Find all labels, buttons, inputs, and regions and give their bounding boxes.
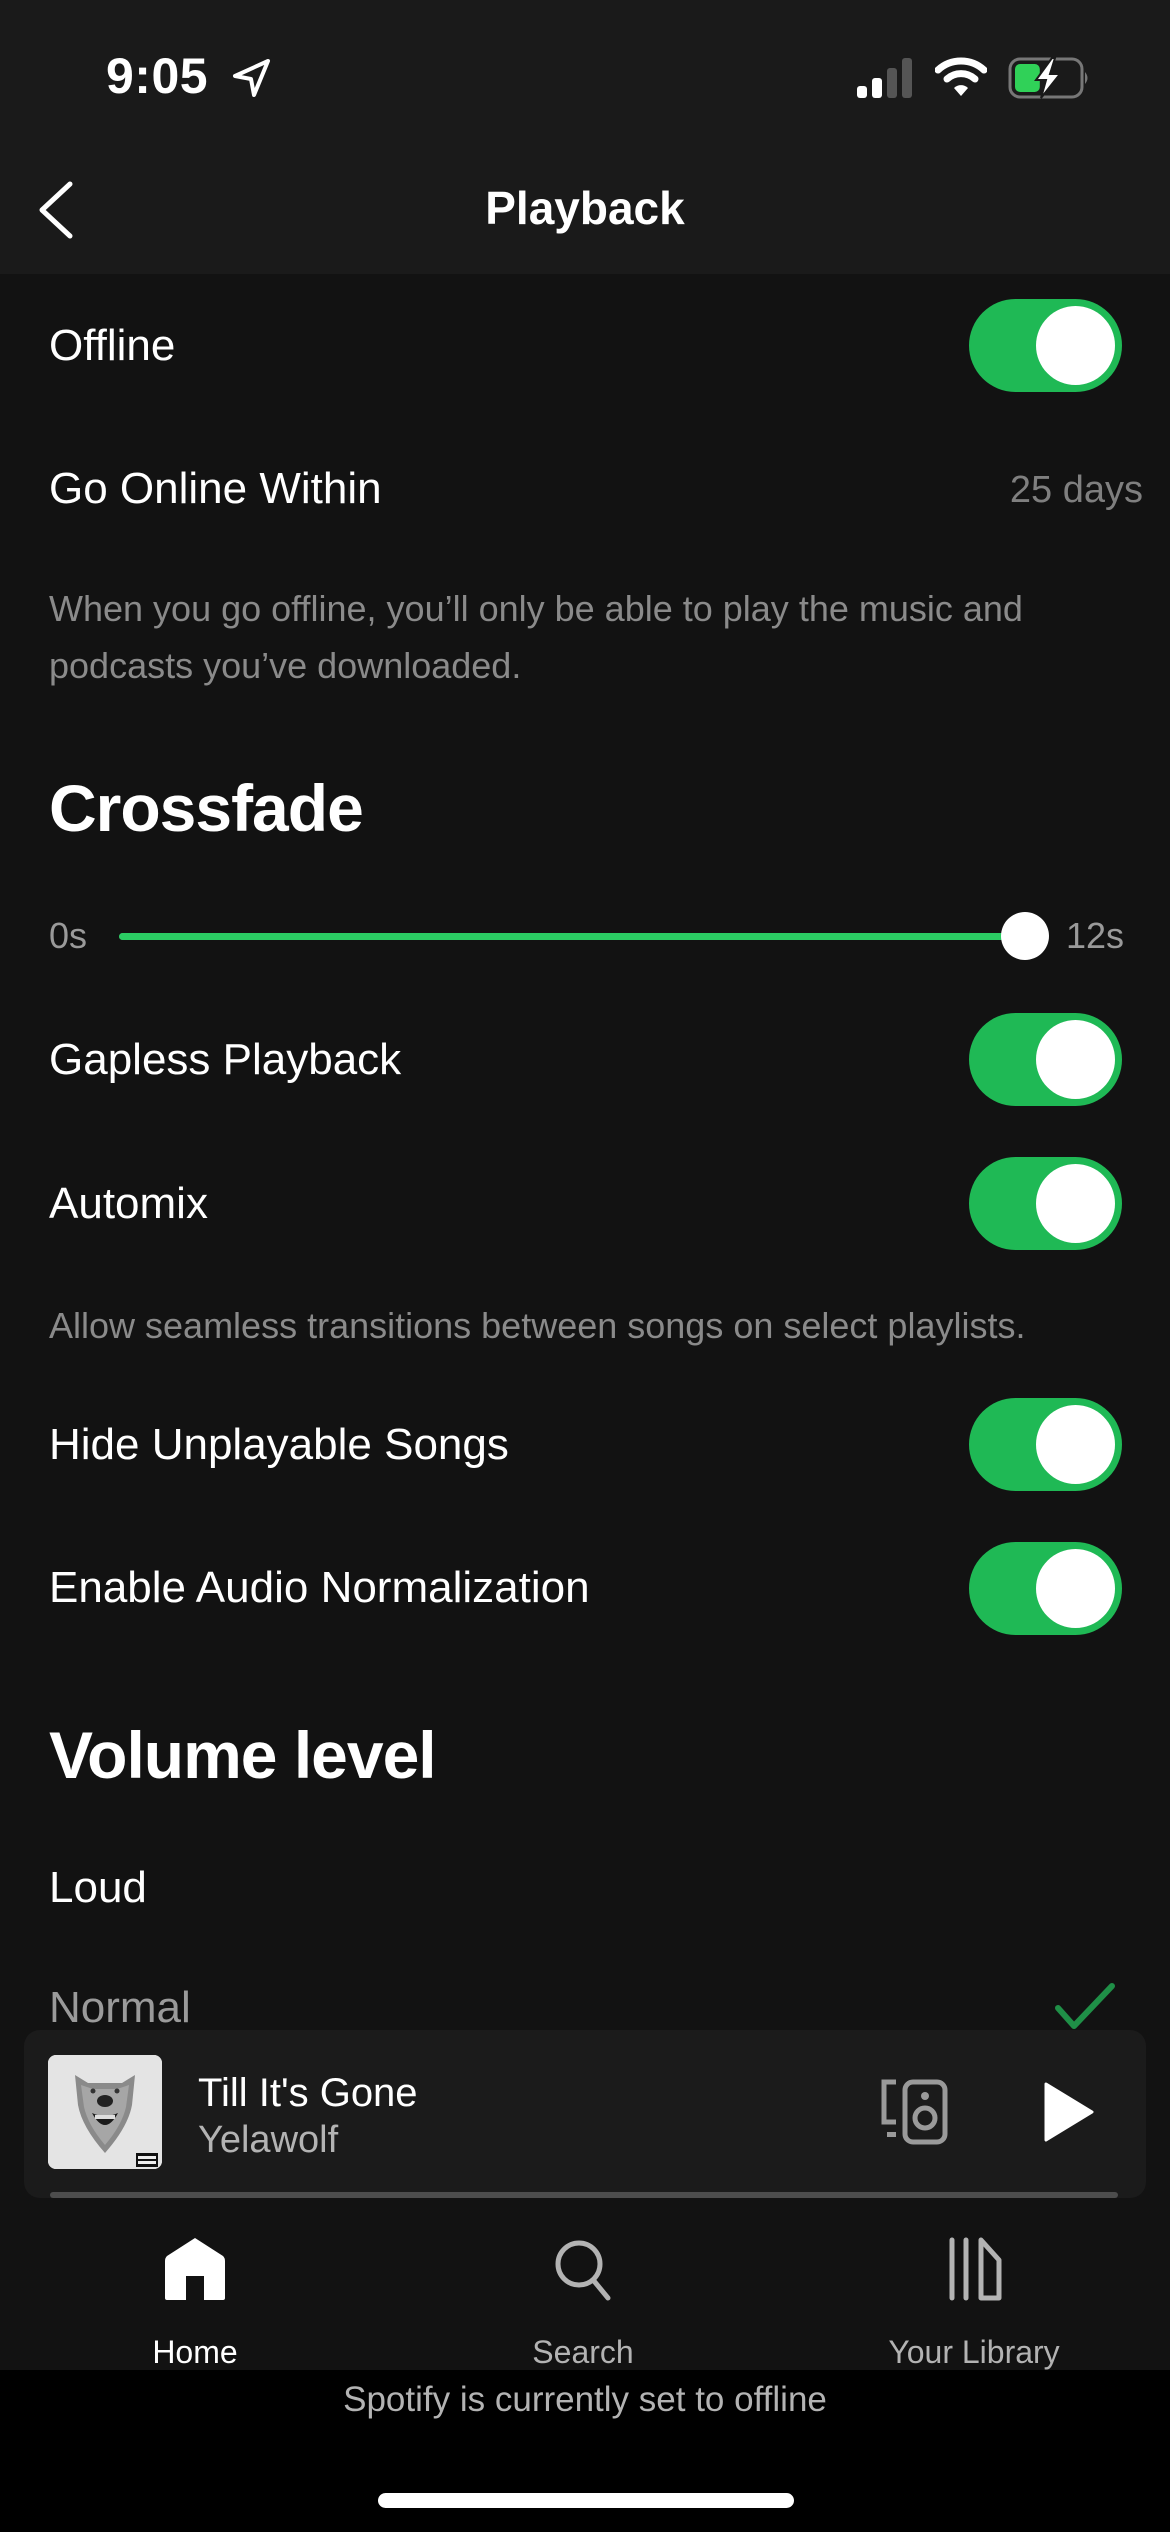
tab-search[interactable]: Search: [453, 2220, 713, 2370]
toggle-knob: [1036, 1164, 1115, 1243]
automix-toggle[interactable]: [969, 1157, 1122, 1250]
automix-label: Automix: [49, 1179, 208, 1228]
go-online-within-label: Go Online Within: [49, 464, 382, 513]
offline-label: Offline: [49, 321, 176, 370]
wifi-icon: [935, 57, 987, 96]
wolf-cover-image: [48, 2055, 162, 2169]
library-icon: [949, 2237, 1002, 2301]
mini-player[interactable]: [24, 2030, 1146, 2198]
home-indicator[interactable]: [378, 2493, 794, 2508]
volume-level-heading: Volume level: [49, 1718, 437, 1792]
checkmark-icon: [1055, 1983, 1115, 2029]
search-icon: [555, 2240, 611, 2301]
crossfade-slider-fill: [119, 933, 1025, 940]
page-title: Playback: [485, 182, 685, 234]
hide-unplayable-toggle[interactable]: [969, 1398, 1122, 1491]
crossfade-heading: Crossfade: [49, 771, 364, 845]
battery-charging-icon: [1008, 57, 1088, 99]
tab-library-label: Your Library: [888, 2334, 1060, 2370]
tab-home[interactable]: Home: [65, 2220, 325, 2370]
tab-search-label: Search: [532, 2334, 634, 2370]
connect-devices-button[interactable]: [872, 2076, 956, 2148]
go-online-within-value: 25 days: [1009, 469, 1143, 511]
playback-progress-bar: [50, 2192, 1118, 2198]
crossfade-min-label: 0s: [49, 915, 88, 956]
status-time: 9:05: [106, 48, 209, 104]
signal-bar: [887, 68, 897, 98]
volume-option-loud[interactable]: [0, 1830, 1170, 1940]
toggle-knob: [1036, 1549, 1115, 1628]
offline-toggle[interactable]: [969, 299, 1122, 392]
home-icon: [165, 2238, 225, 2300]
location-arrow-icon: [233, 59, 270, 97]
signal-icon: [857, 58, 912, 98]
toggle-knob: [1036, 1405, 1115, 1484]
album-art: [48, 2055, 162, 2169]
play-button[interactable]: [1030, 2076, 1106, 2148]
tab-home-label: Home: [152, 2334, 238, 2370]
play-icon: [1044, 2082, 1094, 2142]
toggle-knob: [1036, 306, 1115, 385]
gapless-playback-label: Gapless Playback: [49, 1035, 402, 1084]
audio-normalization-toggle[interactable]: [969, 1542, 1122, 1635]
audio-normalization-label: Enable Audio Normalization: [49, 1563, 590, 1612]
track-artist: Yelawolf: [198, 2119, 339, 2161]
volume-option-normal-label: Normal: [49, 1983, 191, 2032]
battery-fill: [1015, 64, 1040, 92]
offline-banner-text: Spotify is currently set to offline: [343, 2380, 827, 2419]
offline-description: When you go offline, you’ll only be able…: [49, 588, 1023, 686]
tab-library[interactable]: Your Library: [844, 2220, 1104, 2370]
connect-devices-icon: [881, 2079, 948, 2145]
crossfade-slider[interactable]: [119, 933, 1025, 940]
signal-bar: [872, 78, 882, 98]
gapless-playback-toggle[interactable]: [969, 1013, 1122, 1106]
hide-unplayable-label: Hide Unplayable Songs: [49, 1420, 509, 1469]
crossfade-max-label: 12s: [1066, 915, 1125, 956]
automix-description: Allow seamless transitions between songs…: [49, 1305, 1026, 1346]
volume-option-loud-label: Loud: [49, 1863, 147, 1912]
signal-bar: [902, 58, 912, 98]
signal-bar: [857, 86, 867, 98]
track-title: Till It's Gone: [198, 2071, 418, 2115]
crossfade-slider-thumb[interactable]: [1001, 912, 1049, 960]
toggle-knob: [1036, 1020, 1115, 1099]
